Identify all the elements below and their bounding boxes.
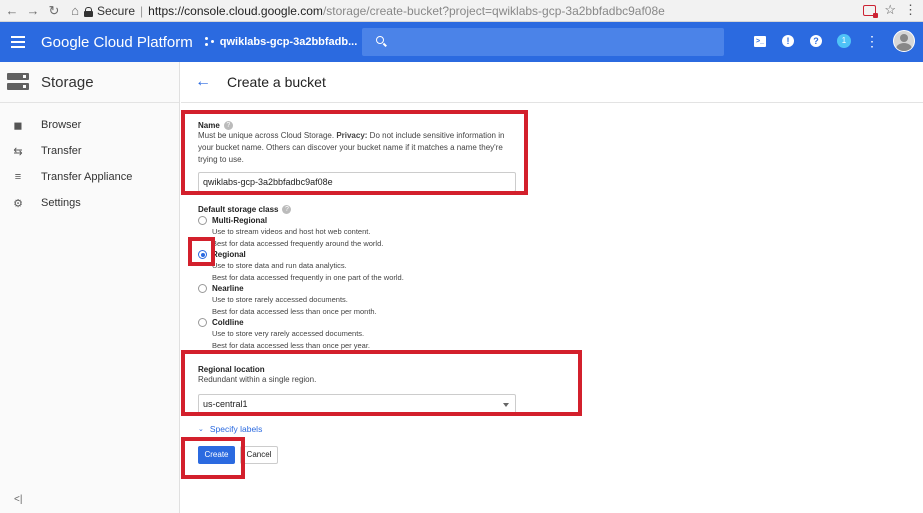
sidebar-header: Storage bbox=[0, 62, 179, 103]
storage-class-label-text: Default storage class bbox=[198, 205, 279, 214]
help-icon: ? bbox=[810, 35, 822, 47]
sidebar-item-browser[interactable]: ◼ Browser bbox=[0, 112, 179, 138]
more-options-icon[interactable]: ⋮ bbox=[865, 34, 879, 48]
storage-class-coldline[interactable]: Coldline Use to store very rarely access… bbox=[198, 317, 528, 351]
alert-icon: ! bbox=[782, 35, 794, 47]
storage-class-regional[interactable]: Regional Use to store data and run data … bbox=[198, 249, 528, 283]
radio-desc: Best for data accessed frequently around… bbox=[212, 238, 384, 248]
highlight-regional-radio bbox=[188, 237, 215, 266]
radio-title: Regional bbox=[212, 250, 246, 259]
storage-icon bbox=[7, 73, 29, 91]
notifications-button[interactable]: 1 bbox=[837, 34, 851, 48]
home-icon[interactable]: ⌂ bbox=[66, 2, 84, 20]
radio-title: Nearline bbox=[212, 284, 244, 293]
project-selector[interactable]: qwiklabs-gcp-3a2bbfadb... bbox=[204, 36, 374, 48]
radio-nearline[interactable] bbox=[198, 284, 207, 293]
help-icon[interactable]: ? bbox=[282, 205, 292, 214]
url-host: https://console.cloud.google.com bbox=[148, 4, 323, 18]
menu-icon[interactable]: ⋮ bbox=[904, 2, 917, 18]
radio-title: Coldline bbox=[212, 318, 244, 327]
radio-title: Multi-Regional bbox=[212, 216, 268, 225]
radio-desc: Use to store rarely accessed documents. bbox=[212, 295, 348, 304]
lock-icon bbox=[84, 6, 93, 17]
page-header: ← Create a bucket bbox=[181, 62, 923, 103]
hamburger-menu-icon[interactable] bbox=[11, 36, 27, 48]
notification-badge: 1 bbox=[837, 34, 851, 48]
sidebar-item-settings[interactable]: ⚙ Settings bbox=[0, 190, 179, 216]
radio-desc: Use to store data and run data analytics… bbox=[212, 261, 347, 270]
search-icon bbox=[376, 36, 384, 44]
sidebar-title: Storage bbox=[41, 73, 94, 91]
project-name: qwiklabs-gcp-3a2bbfadb... bbox=[219, 36, 358, 48]
sidebar-item-label: Transfer bbox=[41, 145, 82, 157]
radio-multi-regional[interactable] bbox=[198, 216, 207, 225]
search-input[interactable] bbox=[362, 28, 724, 56]
sidebar-item-transfer[interactable]: ⇆ Transfer bbox=[0, 138, 179, 164]
back-arrow-icon[interactable]: ← bbox=[195, 73, 211, 91]
cast-icon[interactable] bbox=[863, 4, 879, 18]
sidebar-item-transfer-appliance[interactable]: ≡ Transfer Appliance bbox=[0, 164, 179, 190]
avatar[interactable] bbox=[893, 30, 915, 52]
sidebar-item-label: Browser bbox=[41, 119, 82, 131]
url-separator: | bbox=[140, 4, 144, 18]
radio-desc: Use to store very rarely accessed docume… bbox=[212, 329, 365, 338]
gear-icon: ⚙ bbox=[13, 197, 23, 210]
highlight-create-button bbox=[181, 437, 245, 479]
star-icon[interactable]: ☆ bbox=[884, 2, 896, 18]
top-app-bar: Google Cloud Platform qwiklabs-gcp-3a2bb… bbox=[0, 22, 923, 62]
specify-labels-link[interactable]: ⌄ Specify labels bbox=[198, 424, 528, 434]
transfer-icon: ⇆ bbox=[13, 145, 23, 158]
highlight-name-box bbox=[181, 110, 528, 195]
brand-title[interactable]: Google Cloud Platform bbox=[41, 34, 193, 51]
forward-icon[interactable]: → bbox=[24, 2, 42, 20]
sidebar-item-label: Settings bbox=[41, 197, 81, 209]
address-bar[interactable]: Secure | https://console.cloud.google.co… bbox=[84, 2, 860, 20]
radio-desc: Best for data accessed less than once pe… bbox=[212, 306, 377, 316]
storage-class-multi-regional[interactable]: Multi-Regional Use to stream videos and … bbox=[198, 215, 528, 249]
list-icon: ≡ bbox=[14, 171, 22, 183]
secure-label: Secure bbox=[97, 4, 136, 18]
terminal-icon: >_ bbox=[754, 35, 766, 47]
storage-class-label: Default storage class ? bbox=[198, 205, 528, 214]
radio-desc: Use to stream videos and host hot web co… bbox=[212, 227, 371, 236]
specify-labels-text: Specify labels bbox=[209, 424, 263, 434]
storage-class-nearline[interactable]: Nearline Use to store rarely accessed do… bbox=[198, 283, 528, 317]
sidebar: Storage ◼ Browser ⇆ Transfer ≡ Transfer … bbox=[0, 62, 180, 513]
radio-coldline[interactable] bbox=[198, 318, 207, 327]
alerts-button[interactable]: ! bbox=[781, 34, 795, 48]
browser-toolbar: ← → ↻ ⌂ Secure | https://console.cloud.g… bbox=[0, 0, 923, 22]
reload-icon[interactable]: ↻ bbox=[45, 2, 63, 20]
page-title: Create a bucket bbox=[227, 74, 326, 90]
radio-desc: Best for data accessed frequently in one… bbox=[212, 272, 404, 282]
cloud-shell-button[interactable]: >_ bbox=[753, 34, 767, 48]
project-icon bbox=[204, 37, 215, 47]
cancel-button[interactable]: Cancel bbox=[240, 446, 278, 464]
expand-icon: ⌄ bbox=[198, 426, 204, 433]
url-path: /storage/create-bucket?project=qwiklabs-… bbox=[322, 4, 665, 18]
bucket-icon: ◼ bbox=[13, 119, 23, 132]
highlight-location-box bbox=[181, 350, 582, 416]
help-button[interactable]: ? bbox=[809, 34, 823, 48]
collapse-sidebar-icon[interactable]: <| bbox=[14, 494, 22, 505]
back-icon[interactable]: ← bbox=[3, 2, 21, 20]
sidebar-item-label: Transfer Appliance bbox=[41, 171, 133, 183]
